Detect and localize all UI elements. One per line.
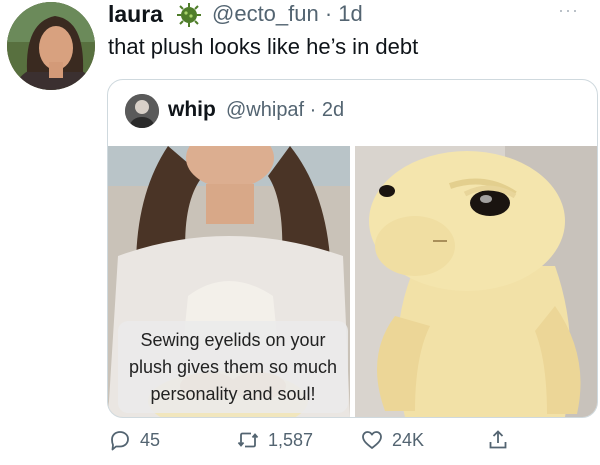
tweet-actions-bar: 45 1,587 24K bbox=[108, 424, 588, 456]
quoted-author-avatar[interactable] bbox=[125, 94, 159, 128]
retweet-count: 1,587 bbox=[268, 429, 314, 450]
retweet-icon bbox=[237, 432, 259, 448]
like-button[interactable]: 24K bbox=[360, 424, 424, 456]
heart-icon bbox=[362, 431, 382, 449]
tweet-text: that plush looks like he’s in debt bbox=[108, 34, 419, 59]
quoted-author-handle-and-time[interactable]: @whipaf · 2d bbox=[226, 96, 344, 124]
author-name[interactable]: laura bbox=[108, 0, 163, 28]
share-button[interactable] bbox=[486, 424, 510, 456]
share-icon bbox=[489, 430, 507, 449]
reply-button[interactable]: 45 bbox=[108, 424, 160, 456]
quoted-tweet[interactable]: whip @whipaf · 2d Sewing eyelids on your… bbox=[107, 79, 598, 418]
quoted-photo-person[interactable]: Sewing eyelids on your plush gives them … bbox=[108, 146, 350, 417]
like-count: 24K bbox=[392, 429, 425, 450]
reply-count: 45 bbox=[140, 429, 161, 450]
author-handle-and-time[interactable]: @ecto_fun · 1d bbox=[212, 0, 363, 28]
retweet-button[interactable]: 1,587 bbox=[236, 424, 313, 456]
author-avatar[interactable] bbox=[7, 2, 95, 90]
image-caption-overlay: Sewing eyelids on your plush gives them … bbox=[118, 321, 348, 413]
quoted-photo-plush[interactable] bbox=[355, 146, 597, 417]
verified-badge-icon bbox=[176, 2, 202, 28]
more-options-icon[interactable]: ··· bbox=[558, 0, 579, 20]
reply-icon bbox=[111, 431, 129, 451]
quoted-author-name[interactable]: whip bbox=[168, 96, 216, 124]
